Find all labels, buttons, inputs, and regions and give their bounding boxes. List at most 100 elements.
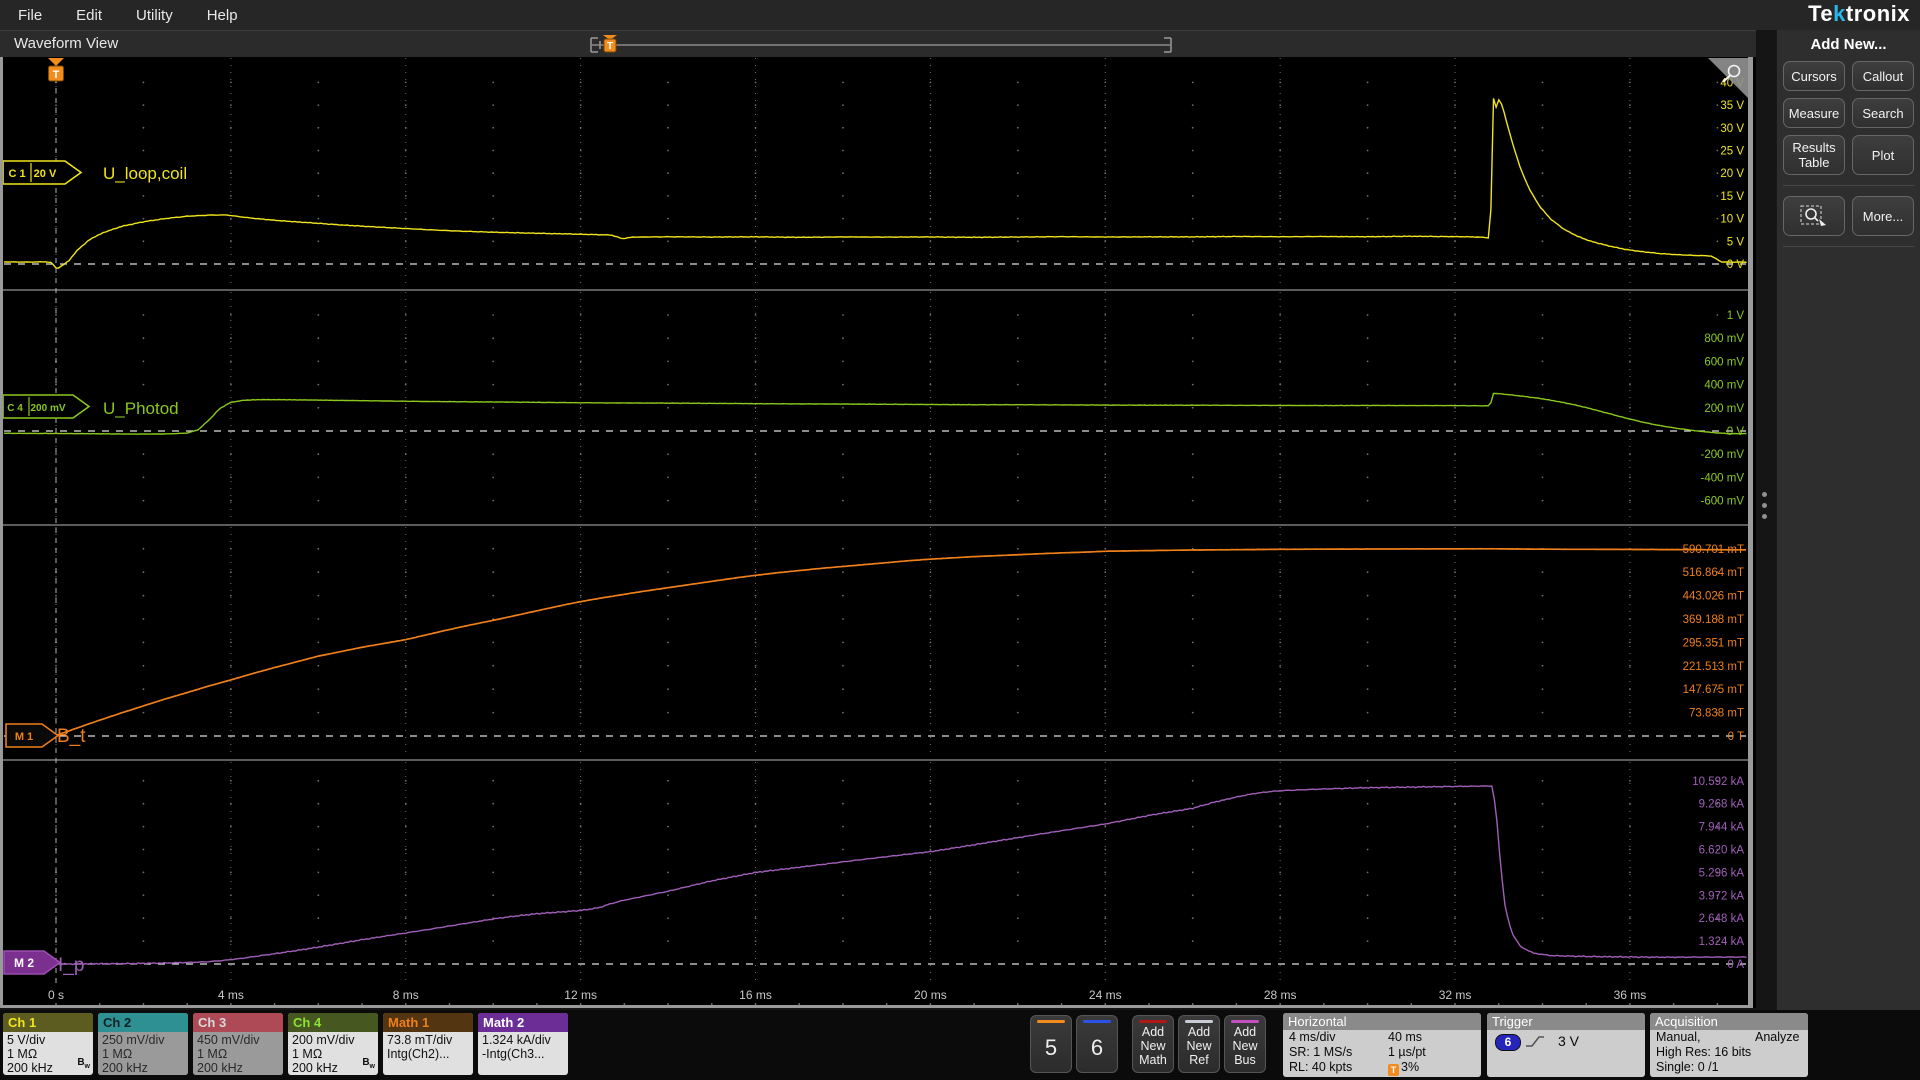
svg-text:20 V: 20 V — [34, 168, 57, 180]
trace-label[interactable]: B_t — [57, 726, 86, 747]
record-view-bar[interactable]: T — [588, 35, 1174, 57]
channel-panel-math1[interactable]: Math 1 73.8 mT/div Intg(Ch2)... — [383, 1013, 473, 1075]
axis-label-C4: -600 mV — [1701, 496, 1745, 508]
sample-rate: SR: 1 MS/s — [1289, 1045, 1353, 1059]
axis-label-M1: 443.026 mT — [1683, 591, 1744, 603]
bandwidth-badge: Bw — [77, 1057, 90, 1070]
scope-button-5[interactable]: 5 — [1030, 1015, 1072, 1073]
logo-text: Te — [1808, 1, 1834, 26]
channel-settings: 200 mV/div 1 MΩ 200 kHz Bw — [292, 1033, 375, 1075]
axis-label-C4: -400 mV — [1701, 472, 1745, 484]
axis-label-M2: 9.268 kA — [1699, 799, 1745, 811]
channel-panel-ch3[interactable]: Ch 3450 mV/div1 MΩ200 kHzBw — [193, 1013, 283, 1075]
axis-label-M1: 516.864 mT — [1683, 567, 1744, 579]
axis-label-M2: 7.944 kA — [1699, 822, 1745, 834]
trace-label[interactable]: U_Photod — [103, 399, 179, 418]
channel-panel-ch2[interactable]: Ch 2250 mV/div1 MΩ200 kHzBw — [98, 1013, 188, 1075]
channel-settings: 5 V/div 1 MΩ 200 kHz Bw — [7, 1033, 90, 1075]
sidebar-button-callout[interactable]: Callout — [1852, 61, 1914, 91]
trigger-position-flag[interactable]: T — [603, 35, 617, 53]
acq-resolution: High Res: 16 bits — [1656, 1045, 1752, 1059]
axis-label-C1: 30 V — [1720, 123, 1744, 135]
sidebar-button-cursors[interactable]: Cursors — [1783, 61, 1845, 91]
sidebar-button-plot[interactable]: Plot — [1852, 135, 1914, 175]
acq-analyze: Analyze — [1755, 1030, 1800, 1044]
logo-text2: tronix — [1845, 1, 1910, 26]
acq-mode: Manual, — [1656, 1030, 1701, 1044]
channel-name: Ch 3 — [193, 1013, 283, 1032]
trace-label[interactable]: U_loop,coil — [103, 164, 187, 183]
time-label: 36 ms — [1614, 988, 1647, 1002]
trigger-source-badge: 6 — [1495, 1034, 1521, 1051]
trigger-panel[interactable]: Trigger 6 3 V — [1487, 1013, 1645, 1077]
acquisition-panel[interactable]: Acquisition Manual, Analyze High Res: 16… — [1650, 1013, 1808, 1077]
waveform-graticule: 40 V35 V30 V25 V20 V15 V10 V5 V0 V1 V800… — [0, 57, 1756, 1008]
menu-bar: File Edit Utility Help — [0, 0, 1920, 30]
axis-label-C1: 0 V — [1727, 259, 1745, 271]
channel-badge[interactable]: C 4 200 mV — [2, 394, 91, 419]
add-new-math-button[interactable]: Add New Math — [1132, 1015, 1174, 1073]
bandwidth-badge: Bw — [362, 1057, 375, 1070]
axis-label-C4: 600 mV — [1704, 356, 1744, 368]
time-label: 20 ms — [914, 988, 947, 1002]
add-new-header: Add New... — [1810, 36, 1887, 53]
sidebar-button-search[interactable]: Search — [1852, 98, 1914, 128]
horizontal-title: Horizontal — [1283, 1013, 1481, 1030]
axis-label-M1: 147.675 mT — [1683, 684, 1744, 696]
tektronix-logo: Tektronix — [1808, 1, 1910, 27]
svg-text:200 mV: 200 mV — [30, 403, 65, 414]
channel-badge[interactable]: C 1 20 V — [2, 160, 83, 185]
channel-settings: 450 mV/div1 MΩ200 kHzBw — [193, 1032, 283, 1075]
menu-item-utility[interactable]: Utility — [136, 7, 173, 24]
channel-panel-math2[interactable]: Math 2 1.324 kA/div -Intg(Ch3... — [478, 1013, 568, 1075]
sidebar-button-measure[interactable]: Measure — [1783, 98, 1845, 128]
menu-item-edit[interactable]: Edit — [76, 7, 102, 24]
axis-label-M2: 5.296 kA — [1699, 867, 1745, 879]
axis-label-M2: 1.324 kA — [1699, 936, 1745, 948]
channel-name: Math 2 — [478, 1013, 568, 1032]
menu-item-help[interactable]: Help — [207, 7, 238, 24]
trigger-t-icon: T — [1388, 1064, 1399, 1076]
axis-label-C1: 15 V — [1720, 191, 1744, 203]
sidebar-button-results-table[interactable]: Results Table — [1783, 135, 1845, 175]
axis-label-M1: 73.838 mT — [1689, 708, 1744, 720]
channel-settings: 1.324 kA/div -Intg(Ch3... — [482, 1033, 551, 1061]
time-label: 32 ms — [1439, 988, 1472, 1002]
bottom-bar: Horizontal 4 ms/div 40 ms SR: 1 MS/s 1 µ… — [0, 1010, 1920, 1080]
trigger-level: 3 V — [1557, 1033, 1579, 1049]
more-button[interactable]: More... — [1852, 196, 1914, 236]
axis-label-C4: -200 mV — [1701, 449, 1745, 461]
record-view-graphic: T — [590, 35, 1172, 53]
svg-text:M 1: M 1 — [15, 731, 33, 743]
channel-settings: 250 mV/div1 MΩ200 kHzBw — [98, 1032, 188, 1075]
rising-edge-icon — [1526, 1036, 1545, 1047]
add-new-bus-button[interactable]: Add New Bus — [1224, 1015, 1266, 1073]
time-label: 8 ms — [393, 988, 419, 1002]
axis-label-M2: 2.648 kA — [1699, 913, 1745, 925]
scope-button-6[interactable]: 6 — [1076, 1015, 1118, 1073]
logo-k: k — [1833, 1, 1846, 26]
trace-label[interactable]: I_p — [58, 955, 84, 976]
channel-panel-ch4[interactable]: Ch 4 200 mV/div 1 MΩ 200 kHz Bw — [288, 1013, 378, 1075]
axis-label-C1: 35 V — [1720, 100, 1744, 112]
time-label: 16 ms — [739, 988, 772, 1002]
time-label: 28 ms — [1264, 988, 1297, 1002]
svg-text:C 4: C 4 — [7, 403, 23, 414]
panel-splitter-handle[interactable] — [1762, 492, 1768, 519]
channel-name: Ch 1 — [3, 1013, 93, 1032]
channel-name: Ch 2 — [98, 1013, 188, 1032]
trigger-position-percent: 3% — [1401, 1060, 1420, 1074]
horizontal-panel[interactable]: Horizontal 4 ms/div 40 ms SR: 1 MS/s 1 µ… — [1283, 1013, 1481, 1077]
axis-label-M1: 369.188 mT — [1683, 614, 1744, 626]
axis-label-C1: 20 V — [1720, 168, 1744, 180]
channel-settings: 73.8 mT/div Intg(Ch2)... — [387, 1033, 453, 1061]
add-new-ref-button[interactable]: Add New Ref — [1178, 1015, 1220, 1073]
menu-item-file[interactable]: File — [18, 7, 42, 24]
time-label: 12 ms — [564, 988, 597, 1002]
axis-label-C1: 10 V — [1720, 214, 1744, 226]
horizontal-scale: 4 ms/div — [1289, 1030, 1336, 1044]
acq-single: Single: 0 /1 — [1656, 1060, 1719, 1074]
channel-name: Ch 4 — [288, 1013, 378, 1032]
zoom-select-button[interactable] — [1783, 196, 1845, 236]
channel-panel-ch1[interactable]: Ch 15 V/div 1 MΩ 200 kHz Bw — [3, 1013, 93, 1075]
